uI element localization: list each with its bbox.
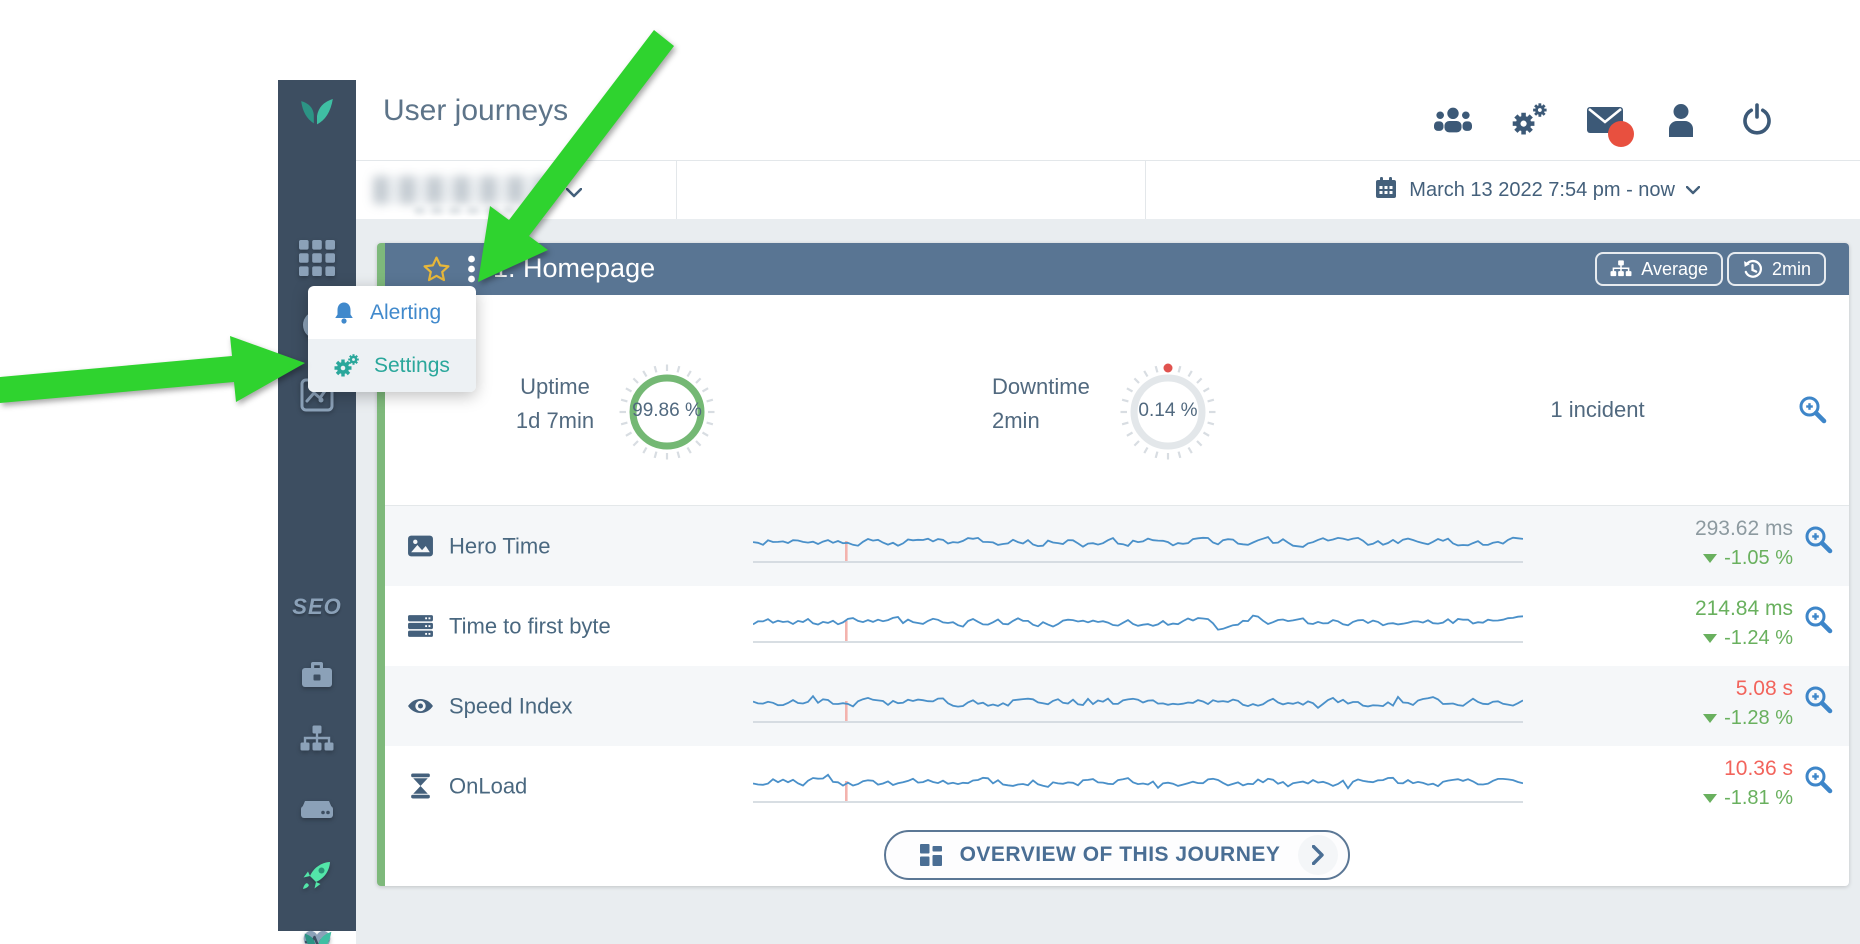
trend-down-icon bbox=[1703, 634, 1717, 643]
trend-down-icon bbox=[1703, 554, 1717, 563]
metric-row-onload: OnLoad 10.36 s -1.81 % bbox=[385, 746, 1849, 826]
date-range-picker[interactable]: March 13 2022 7:54 pm - now bbox=[1374, 161, 1700, 220]
metric-magnifier-icon[interactable] bbox=[1803, 524, 1833, 559]
metric-delta: -1.81 % bbox=[1703, 787, 1793, 810]
metric-value: 10.36 s bbox=[1703, 757, 1793, 781]
metric-magnifier-icon[interactable] bbox=[1803, 604, 1833, 639]
metric-row-ttfb: Time to first byte 214.84 ms -1.24 % bbox=[385, 586, 1849, 666]
blurred-account-subtext bbox=[414, 207, 540, 214]
aggregation-average-button[interactable]: Average bbox=[1595, 252, 1723, 286]
date-chevron-down-icon bbox=[1686, 186, 1700, 195]
menu-item-label: Settings bbox=[374, 354, 450, 378]
page-title: User journeys bbox=[383, 94, 568, 128]
account-chevron-down-icon[interactable] bbox=[566, 185, 582, 203]
downtime-percent: 0.14 % bbox=[1110, 400, 1226, 422]
image-icon bbox=[407, 533, 434, 560]
speed-index-sparkline[interactable] bbox=[753, 682, 1523, 726]
overview-grid-icon bbox=[920, 844, 942, 866]
incident-count: 1 incident bbox=[1515, 397, 1680, 423]
history-icon bbox=[1742, 259, 1763, 280]
panel-title: 1. Homepage bbox=[493, 253, 655, 284]
metric-delta: -1.28 % bbox=[1703, 707, 1793, 730]
panel-header: 1. Homepage Average 2min bbox=[385, 243, 1849, 295]
metric-row-hero-time: Hero Time 293.62 ms -1.05 % bbox=[385, 506, 1849, 586]
hero-time-sparkline[interactable] bbox=[753, 522, 1523, 566]
onload-sparkline[interactable] bbox=[753, 762, 1523, 806]
logout-power-icon[interactable] bbox=[1738, 101, 1776, 139]
metric-value: 5.08 s bbox=[1703, 677, 1793, 701]
sidebar: SEO bbox=[278, 80, 356, 931]
metric-name: Hero Time bbox=[449, 533, 550, 559]
stats-section: Uptime 1d 7min 99.86 % Downtime 2min bbox=[385, 295, 1849, 506]
bell-icon bbox=[333, 301, 355, 325]
menu-item-settings[interactable]: Settings bbox=[308, 339, 476, 392]
briefcase-icon[interactable] bbox=[299, 657, 335, 693]
metric-row-speed-index: Speed Index 5.08 s -1.28 % bbox=[385, 666, 1849, 746]
header-icon-bar bbox=[1434, 80, 1776, 160]
footer-leaf-logo bbox=[302, 931, 334, 944]
downtime-label: Downtime 2min bbox=[992, 370, 1122, 438]
eye-icon bbox=[407, 693, 434, 720]
content-area: 1. Homepage Average 2min Uptime 1d 7min bbox=[356, 219, 1860, 944]
metric-delta: -1.05 % bbox=[1695, 547, 1793, 570]
metric-name: OnLoad bbox=[449, 773, 527, 799]
metric-name: Time to first byte bbox=[449, 613, 611, 639]
metric-name: Speed Index bbox=[449, 693, 573, 719]
hourglass-icon bbox=[407, 773, 434, 800]
blurred-account-name[interactable] bbox=[373, 176, 555, 204]
average-sitemap-icon bbox=[1610, 260, 1632, 279]
date-range-text: March 13 2022 7:54 pm - now bbox=[1409, 179, 1675, 202]
dashboard-grid-icon[interactable] bbox=[299, 240, 335, 276]
gears-icon bbox=[333, 353, 359, 378]
team-users-icon[interactable] bbox=[1434, 101, 1472, 139]
metric-rows: Hero Time 293.62 ms -1.05 % bbox=[385, 506, 1849, 826]
uptime-label: Uptime 1d 7min bbox=[490, 370, 620, 438]
metric-delta: -1.24 % bbox=[1695, 627, 1793, 650]
toolbar-divider bbox=[1145, 161, 1146, 220]
ttfb-sparkline[interactable] bbox=[753, 602, 1523, 646]
overview-row: OVERVIEW OF THIS JOURNEY bbox=[385, 826, 1849, 890]
services-gears-icon[interactable] bbox=[1510, 101, 1548, 139]
uptime-percent: 99.86 % bbox=[609, 400, 725, 422]
incidents-magnifier-icon[interactable] bbox=[1797, 394, 1827, 429]
menu-item-alerting[interactable]: Alerting bbox=[308, 286, 476, 339]
screen: SEO User journeys bbox=[0, 0, 1860, 944]
notification-badge bbox=[1608, 121, 1634, 147]
overview-of-this-journey-button[interactable]: OVERVIEW OF THIS JOURNEY bbox=[884, 830, 1351, 880]
interval-button[interactable]: 2min bbox=[1727, 252, 1826, 286]
overview-button-label: OVERVIEW OF THIS JOURNEY bbox=[960, 843, 1281, 867]
panel-context-menu: Alerting Settings bbox=[308, 286, 476, 392]
metric-magnifier-icon[interactable] bbox=[1803, 684, 1833, 719]
toolbar: March 13 2022 7:54 pm - now bbox=[356, 160, 1860, 220]
rocket-icon-active[interactable] bbox=[299, 858, 335, 894]
journey-panel: 1. Homepage Average 2min Uptime 1d 7min bbox=[377, 243, 1849, 886]
sidebar-item-seo[interactable]: SEO bbox=[278, 594, 356, 620]
brand-leaf-logo[interactable] bbox=[298, 98, 336, 128]
metric-magnifier-icon[interactable] bbox=[1803, 764, 1833, 799]
panel-kebab-menu-icon[interactable] bbox=[467, 255, 476, 288]
favorite-star-icon[interactable] bbox=[423, 256, 450, 287]
annotation-arrow-to-settings bbox=[0, 336, 305, 403]
trend-down-icon bbox=[1703, 714, 1717, 723]
chevron-right-icon bbox=[1298, 835, 1338, 875]
interval-button-label: 2min bbox=[1772, 259, 1811, 280]
sitemap-icon[interactable] bbox=[299, 724, 335, 760]
menu-item-label: Alerting bbox=[370, 301, 441, 325]
average-button-label: Average bbox=[1641, 259, 1708, 280]
metric-value: 214.84 ms bbox=[1695, 597, 1793, 621]
toolbar-divider bbox=[676, 161, 677, 220]
calendar-icon bbox=[1374, 176, 1398, 206]
server-stack-icon bbox=[407, 613, 434, 640]
trend-down-icon bbox=[1703, 794, 1717, 803]
messages-envelope-icon[interactable] bbox=[1586, 101, 1624, 139]
metric-value: 293.62 ms bbox=[1695, 517, 1793, 541]
app-header: User journeys bbox=[356, 80, 1860, 160]
account-user-icon[interactable] bbox=[1662, 101, 1700, 139]
storage-icon[interactable] bbox=[299, 791, 335, 827]
